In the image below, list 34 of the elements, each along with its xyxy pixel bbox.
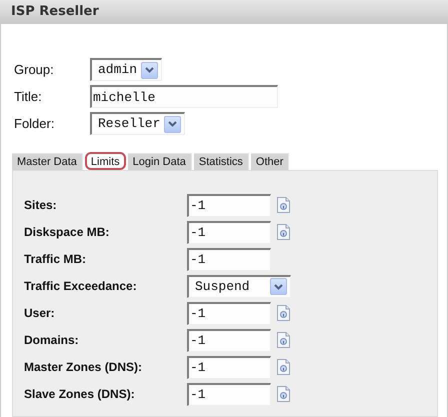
dropdown[interactable]: Reseller [90,112,186,135]
field-label: Slave Zones (DNS): [24,386,136,403]
field-label: Sites: [24,197,58,214]
info-document-icon[interactable] [277,305,290,321]
info-document-icon[interactable] [277,197,290,213]
text-field[interactable]: -1 [187,302,271,324]
text-field[interactable]: -1 [187,194,271,216]
field-label: Traffic MB: [24,251,88,268]
field-label: Group: [14,60,55,79]
field-label: Diskspace MB: [24,224,110,241]
tab[interactable]: Statistics [194,153,249,170]
text-field[interactable]: -1 [187,382,271,406]
field-label: Master Zones (DNS): [24,359,144,376]
info-document-icon[interactable] [277,386,290,402]
text-field[interactable]: -1 [187,220,271,244]
tab[interactable]: Limits [84,152,126,170]
field-label: Domains: [24,332,80,349]
info-document-icon[interactable] [277,359,290,375]
field-label: User: [24,305,56,322]
field-label: Traffic Exceedance: [24,278,138,295]
tab[interactable]: Master Data [12,153,83,170]
tab[interactable]: Login Data [128,153,192,170]
dropdown[interactable]: Suspend [187,274,291,298]
field-label: Folder: [14,114,56,133]
dropdown[interactable]: admin [90,58,162,81]
text-field[interactable]: michelle [90,85,278,108]
info-document-icon[interactable] [277,332,290,348]
tab[interactable]: Other [250,153,290,170]
info-document-icon[interactable] [277,224,290,240]
field-label: Title: [14,88,43,106]
text-field[interactable]: -1 [187,328,271,352]
text-field[interactable]: -1 [187,248,271,270]
window-title: ISP Reseller [11,3,99,22]
text-field[interactable]: -1 [187,356,271,378]
